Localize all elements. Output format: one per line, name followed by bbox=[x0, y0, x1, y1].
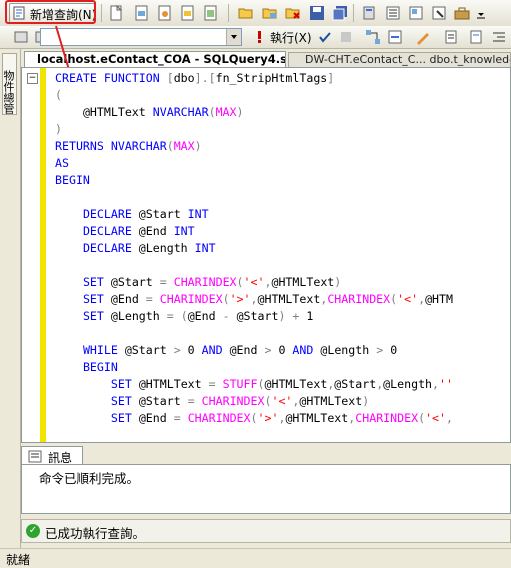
tab-knowledges[interactable]: DW-CHT.eContact_C... dbo.t_knowledges* bbox=[288, 52, 511, 67]
code-line: ) bbox=[55, 122, 62, 136]
code-line: DECLARE @Start INT bbox=[82, 207, 209, 221]
execute-icon[interactable] bbox=[253, 30, 265, 44]
open-folder-icon[interactable] bbox=[238, 5, 254, 21]
xmla-query-icon[interactable] bbox=[180, 5, 196, 21]
code-line: WHILE @Start > 0 AND @End > 0 AND @Lengt… bbox=[82, 343, 398, 357]
comment-out-icon[interactable] bbox=[443, 29, 459, 45]
mdx-query-icon[interactable] bbox=[134, 5, 150, 21]
query-options-icon[interactable] bbox=[387, 29, 403, 45]
code-line: BEGIN bbox=[82, 360, 118, 374]
properties-icon[interactable] bbox=[431, 5, 447, 21]
connect-icon[interactable] bbox=[13, 29, 29, 45]
code-text[interactable]: CREATE FUNCTION [dbo].[fn_StripHtmlTags]… bbox=[55, 70, 453, 427]
object-explorer-tab[interactable]: 物件總管 bbox=[2, 53, 17, 115]
object-explorer-icon[interactable] bbox=[385, 5, 401, 21]
tab-messages[interactable]: 訊息 bbox=[21, 446, 83, 465]
success-check-icon: ✓ bbox=[26, 524, 40, 538]
code-line: @HTMLText NVARCHAR(MAX) bbox=[82, 105, 244, 119]
query-status-text: 已成功執行查詢。 bbox=[45, 526, 146, 541]
cancel-query-icon[interactable] bbox=[340, 31, 352, 43]
code-line: SET @Start = CHARINDEX('<',@HTMLText) bbox=[82, 275, 342, 289]
code-line: DECLARE @End INT bbox=[82, 224, 195, 238]
left-dock-bar: 物件總管 bbox=[0, 49, 21, 549]
toolbar-overflow-icon[interactable] bbox=[476, 8, 486, 20]
dmx-query-icon[interactable] bbox=[157, 5, 173, 21]
messages-icon bbox=[28, 450, 42, 463]
save-all-icon[interactable] bbox=[332, 5, 348, 21]
close-project-icon[interactable] bbox=[285, 5, 301, 21]
chevron-down-icon[interactable] bbox=[226, 29, 241, 45]
highlight-box bbox=[5, 0, 96, 24]
template-explorer-icon[interactable] bbox=[408, 5, 424, 21]
new-file-icon[interactable] bbox=[108, 5, 124, 21]
editor-gutter bbox=[22, 68, 40, 442]
code-line: SET @HTMLText = STUFF(@HTMLText,@Start,@… bbox=[110, 377, 453, 391]
change-tracking-bar bbox=[40, 68, 46, 442]
save-icon[interactable] bbox=[309, 5, 325, 21]
query-status-bar: ✓ 已成功執行查詢。 bbox=[21, 519, 511, 543]
ready-status: 就緒 bbox=[6, 553, 31, 567]
status-bar: 就緒 bbox=[0, 548, 511, 568]
code-line: SET @End = CHARINDEX('>',@HTMLText,CHARI… bbox=[110, 411, 453, 425]
sql-editor[interactable]: − CREATE FUNCTION [dbo].[fn_StripHtmlTag… bbox=[21, 67, 511, 443]
code-line: SET @Start = CHARINDEX('<',@HTMLText) bbox=[110, 394, 370, 408]
toolbox-icon[interactable] bbox=[454, 5, 470, 21]
open-project-icon[interactable] bbox=[262, 5, 278, 21]
execute-button[interactable]: 執行(X) bbox=[270, 29, 312, 46]
registered-servers-icon[interactable] bbox=[362, 5, 378, 21]
code-line: RETURNS NVARCHAR(MAX) bbox=[55, 139, 202, 153]
code-line: ( bbox=[55, 88, 62, 102]
code-line: SET @Length = (@End - @Start) + 1 bbox=[82, 309, 314, 323]
tab-label: DW-CHT.eContact_C... dbo.t_knowledges* bbox=[305, 53, 510, 66]
code-line: DECLARE @Length INT bbox=[82, 241, 216, 255]
object-explorer-label: 物件總管 bbox=[2, 70, 15, 114]
display-plan-icon[interactable] bbox=[365, 29, 381, 45]
sqlce-query-icon[interactable] bbox=[203, 5, 219, 21]
messages-panel: 命令已順利完成。 bbox=[21, 464, 511, 514]
code-line: CREATE FUNCTION [dbo].[fn_StripHtmlTags] bbox=[55, 71, 335, 85]
collapse-toggle-icon[interactable]: − bbox=[27, 73, 38, 84]
code-line: BEGIN bbox=[55, 173, 90, 187]
uncomment-icon[interactable] bbox=[468, 29, 484, 45]
parse-check-icon[interactable] bbox=[318, 30, 332, 44]
code-line: SET @End = CHARINDEX('>',@HTMLText,CHARI… bbox=[82, 292, 453, 306]
message-text: 命令已順利完成。 bbox=[39, 471, 140, 486]
specify-values-icon[interactable] bbox=[415, 29, 431, 45]
decrease-indent-icon[interactable] bbox=[491, 29, 507, 45]
code-line: AS bbox=[55, 156, 69, 170]
